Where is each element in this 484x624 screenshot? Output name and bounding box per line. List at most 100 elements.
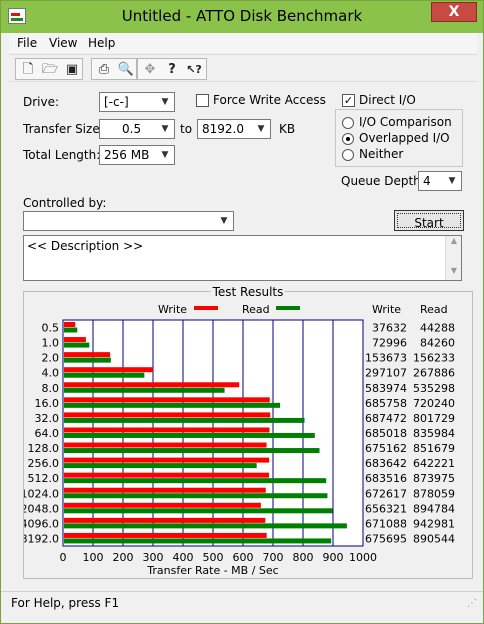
print-preview-icon[interactable]: 🔍 xyxy=(116,60,136,80)
y-tick-label: 0.5 xyxy=(42,322,60,335)
x-tick-label: 200 xyxy=(113,551,134,564)
menu-help[interactable]: Help xyxy=(88,36,115,50)
write-value: 671088 xyxy=(365,517,407,530)
help-icon[interactable]: ? xyxy=(162,60,182,80)
description-scrollbar[interactable]: ▲ ▼ xyxy=(445,236,461,280)
read-bar xyxy=(64,448,320,454)
neither-radio[interactable] xyxy=(342,149,354,161)
transfer-size-label: Transfer Size: xyxy=(23,122,104,136)
write-bar xyxy=(64,412,271,418)
write-value: 683516 xyxy=(365,472,407,485)
transfer-from-value: 0.5 xyxy=(122,122,142,136)
read-value: 535298 xyxy=(413,382,455,395)
chevron-down-icon[interactable]: ▼ xyxy=(157,121,173,137)
new-file-icon[interactable]: 🗋 xyxy=(18,60,38,80)
close-button[interactable]: X xyxy=(431,2,477,22)
chevron-down-icon[interactable]: ▼ xyxy=(444,173,460,189)
force-write-label: Force Write Access xyxy=(213,93,326,107)
save-icon[interactable]: ▣ xyxy=(62,60,82,80)
read-value: 873975 xyxy=(413,472,455,485)
toolbar: 🗋 🗁 ▣ ⎙ 🔍 ✥ ? ↖? xyxy=(9,54,477,82)
write-value: 675695 xyxy=(365,532,407,545)
controlled-by-select[interactable]: ▼ xyxy=(23,211,234,231)
drive-label: Drive: xyxy=(23,95,60,109)
write-value: 656321 xyxy=(365,502,407,515)
scroll-up-icon[interactable]: ▲ xyxy=(446,236,462,250)
read-value: 267886 xyxy=(413,367,455,380)
chevron-down-icon[interactable]: ▼ xyxy=(216,213,232,229)
chevron-down-icon[interactable]: ▼ xyxy=(253,121,269,137)
read-value: 801729 xyxy=(413,412,455,425)
start-button[interactable]: Start xyxy=(394,210,464,231)
total-length-label: Total Length: xyxy=(23,148,101,162)
y-tick-label: 2048.0 xyxy=(24,502,59,515)
open-folder-icon[interactable]: 🗁 xyxy=(40,60,60,80)
context-help-icon[interactable]: ↖? xyxy=(184,60,204,80)
write-value: 687472 xyxy=(365,412,407,425)
x-tick-label: 400 xyxy=(173,551,194,564)
write-bar xyxy=(64,382,240,388)
io-comparison-label: I/O Comparison xyxy=(359,115,452,129)
read-value: 720240 xyxy=(413,397,455,410)
drive-select[interactable]: [-c-] ▼ xyxy=(99,92,175,112)
read-value: 942981 xyxy=(413,517,455,530)
read-bar xyxy=(64,357,111,363)
read-bar xyxy=(64,523,347,529)
io-comparison-radio[interactable] xyxy=(342,117,354,129)
write-value: 297107 xyxy=(365,367,407,380)
menu-file[interactable]: File xyxy=(17,36,37,50)
read-bar xyxy=(64,432,315,438)
read-bar xyxy=(64,463,257,469)
force-write-checkbox[interactable] xyxy=(196,94,209,107)
scroll-down-icon[interactable]: ▼ xyxy=(446,266,462,280)
description-field[interactable]: << Description >> ▲ ▼ xyxy=(23,235,462,281)
menu-view[interactable]: View xyxy=(49,36,77,50)
overlapped-io-radio[interactable] xyxy=(342,133,354,145)
read-value: 894784 xyxy=(413,502,455,515)
direct-io-checkbox[interactable]: ✓ xyxy=(342,94,355,107)
title-bar[interactable]: Untitled - ATTO Disk Benchmark X xyxy=(1,1,483,33)
description-text: << Description >> xyxy=(27,239,144,253)
move-icon[interactable]: ✥ xyxy=(140,60,160,80)
y-tick-label: 8192.0 xyxy=(24,532,59,545)
test-results-panel: Test Results 0 100 200 300 400 500 600 700 800 90… xyxy=(23,285,473,579)
toolbar-help-group: ✥ ? ↖? xyxy=(137,58,207,80)
x-tick-label: 700 xyxy=(263,551,284,564)
write-bar xyxy=(64,337,86,343)
total-length-value: 256 MB xyxy=(104,148,150,162)
queue-depth-value: 4 xyxy=(423,174,431,188)
transfer-to-value: 8192.0 xyxy=(202,122,244,136)
transfer-from-select[interactable]: 0.5 ▼ xyxy=(99,119,175,139)
write-column-header: Write xyxy=(372,303,401,316)
read-value: 84260 xyxy=(420,337,455,350)
y-tick-label: 1024.0 xyxy=(24,487,59,500)
chevron-down-icon[interactable]: ▼ xyxy=(157,147,173,163)
write-value: 685758 xyxy=(365,397,407,410)
kb-label: KB xyxy=(279,122,296,136)
legend-write-swatch xyxy=(194,306,218,310)
y-tick-label: 128.0 xyxy=(28,442,60,455)
write-value: 685018 xyxy=(365,427,407,440)
direct-io-label: Direct I/O xyxy=(359,93,416,107)
read-value: 835984 xyxy=(413,427,455,440)
read-bar xyxy=(64,402,281,408)
y-tick-label: 32.0 xyxy=(35,412,60,425)
x-tick-label: 300 xyxy=(143,551,164,564)
y-tick-label: 16.0 xyxy=(35,397,60,410)
write-bar xyxy=(64,502,261,508)
print-icon[interactable]: ⎙ xyxy=(94,60,114,80)
legend-write-label: Write xyxy=(158,303,187,316)
y-tick-label: 2.0 xyxy=(42,352,60,365)
chevron-down-icon[interactable]: ▼ xyxy=(157,94,173,110)
toolbar-print-group: ⎙ 🔍 xyxy=(91,58,137,80)
legend-read-swatch xyxy=(276,306,300,310)
test-results-chart: 0 100 200 300 400 500 600 700 800 900 1000 Transfer… xyxy=(24,303,455,577)
total-length-select[interactable]: 256 MB ▼ xyxy=(99,145,175,165)
queue-depth-select[interactable]: 4 ▼ xyxy=(418,171,462,191)
transfer-to-select[interactable]: 8192.0 ▼ xyxy=(197,119,271,139)
status-bar: For Help, press F1 ⋰ xyxy=(1,591,483,613)
write-value: 37632 xyxy=(372,322,407,335)
status-text: For Help, press F1 xyxy=(11,596,120,610)
resize-grip-icon[interactable]: ⋰ xyxy=(467,598,479,610)
queue-depth-label: Queue Depth: xyxy=(341,174,425,188)
